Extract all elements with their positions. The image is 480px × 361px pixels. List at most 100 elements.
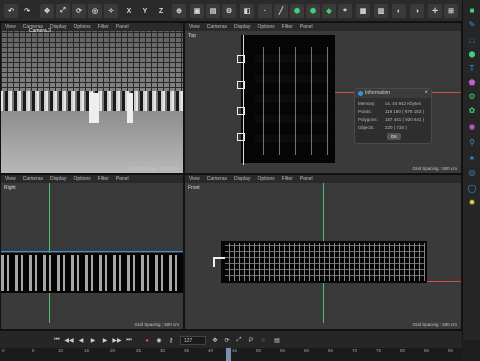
menu-options[interactable]: Options [257,24,274,30]
menu-view[interactable]: View [5,176,16,182]
rotation-key-icon[interactable]: ⟳ [222,336,232,345]
pen-icon[interactable]: ✎ [466,18,478,30]
light-icon[interactable]: ✹ [466,196,478,208]
menu-display[interactable]: Display [234,176,250,182]
menu-filter[interactable]: Filter [282,176,293,182]
rotate-tool-icon[interactable]: ⟳ [72,4,86,18]
points-label: Points: [358,109,372,114]
position-key-icon[interactable]: ✥ [210,336,220,345]
menu-view[interactable]: View [5,24,16,30]
scale-key-icon[interactable]: ⤢ [234,336,244,345]
menu-display[interactable]: Display [234,24,250,30]
polygons-mode-icon[interactable]: ⬢ [290,4,304,18]
frame-tick: 20 [110,348,116,353]
frame-tick: 70 [352,348,358,353]
menu-options[interactable]: Options [73,176,90,182]
go-to-end-icon[interactable]: ⏭ [124,336,134,345]
menu-cameras[interactable]: Cameras [207,176,227,182]
keyframe-selection-icon[interactable]: ⚷ [166,336,176,345]
cloner-icon[interactable]: ✿ [466,104,478,116]
menu-view[interactable]: View [189,24,200,30]
viewport-solo-icon[interactable]: ◑ [410,4,424,18]
menu-panel[interactable]: Panel [300,24,313,30]
timeline-ruler[interactable]: 0 5 10 15 20 25 30 35 40 45 50 55 60 65 … [0,348,462,361]
sky-icon[interactable]: ◯ [466,182,478,194]
axis-y-button[interactable]: Y [138,4,152,18]
menu-panel[interactable]: Panel [300,176,313,182]
workplane-icon[interactable]: ▦ [356,4,370,18]
viewport-front[interactable]: View Cameras Display Options Filter Pane… [184,174,462,330]
environment-icon[interactable]: ◎ [466,166,478,178]
axis-z-button[interactable]: Z [154,4,168,18]
polygons-label: Polygons: [358,117,378,122]
parameter-key-icon[interactable]: P [246,336,256,345]
timeline-layout-icon[interactable]: ▤ [272,336,282,345]
axis-x-button[interactable]: X [122,4,136,18]
layout-icon[interactable]: ⊞ [444,4,458,18]
scene-icon[interactable]: ✶ [466,152,478,164]
generator-icon[interactable]: ⬢ [466,48,478,60]
dock-marker [213,257,225,267]
uvw-mode-icon[interactable]: ⬢ [306,4,320,18]
play-icon[interactable]: ▶ [88,336,98,345]
points-mode-icon[interactable]: · [258,4,272,18]
menu-panel[interactable]: Panel [116,24,129,30]
menu-display[interactable]: Display [50,24,66,30]
info-icon [358,91,363,96]
lock-workplane-icon[interactable]: ▥ [374,4,388,18]
camera-icon[interactable]: ⚲ [466,136,478,148]
render-view-icon[interactable]: ▣ [190,4,204,18]
snap-icon[interactable]: ⌖ [338,4,352,18]
menu-filter[interactable]: Filter [282,24,293,30]
menu-options[interactable]: Options [257,176,274,182]
undo-icon[interactable]: ↶ [4,4,18,18]
point-level-icon[interactable]: ⁘ [258,336,268,345]
frame-tick: 90 [448,348,454,353]
menu-cameras[interactable]: Cameras [207,24,227,30]
menu-options[interactable]: Options [73,24,90,30]
enable-axis-icon[interactable]: ✛ [428,4,442,18]
solo-mode-icon[interactable]: ◐ [392,4,406,18]
menu-filter[interactable]: Filter [98,24,109,30]
right-palette: ■ ✎ □ ⬢ T ⬟ ⚙ ✿ ◉ ⚲ ✶ ◎ ◯ ✹ [462,0,480,340]
go-to-start-icon[interactable]: ⏮ [52,336,62,345]
cube-icon[interactable]: ■ [466,4,478,16]
coordinate-system-icon[interactable]: ⊕ [172,4,186,18]
move-tool-icon[interactable]: ✥ [40,4,54,18]
spline-rectangle-icon[interactable]: □ [466,34,478,46]
next-frame-icon[interactable]: ▶ [100,336,110,345]
menu-cameras[interactable]: Cameras [23,176,43,182]
previous-key-icon[interactable]: ◀◀ [64,336,74,345]
menu-panel[interactable]: Panel [116,176,129,182]
redo-icon[interactable]: ↷ [20,4,34,18]
previous-frame-icon[interactable]: ◀ [76,336,86,345]
current-frame-field[interactable]: 127 [180,336,206,345]
ok-button[interactable]: OK [387,133,401,140]
model-mode-icon[interactable]: ◆ [322,4,336,18]
make-editable-icon[interactable]: ◧ [240,4,254,18]
close-icon[interactable]: × [424,89,428,98]
viewport-name: Right [4,185,16,191]
live-select-icon[interactable]: ◎ [88,4,102,18]
viewport-perspective[interactable]: View Cameras Display Options Filter Pane… [0,22,184,174]
rack-elevation [1,255,183,291]
next-key-icon[interactable]: ▶▶ [112,336,122,345]
playhead[interactable] [226,348,231,361]
memory-label: Memory: [358,101,376,106]
edges-mode-icon[interactable]: ╱ [274,4,288,18]
field-icon[interactable]: ◉ [466,120,478,132]
autokey-icon[interactable]: ◉ [154,336,164,345]
record-icon[interactable]: ● [142,336,152,345]
render-picture-viewer-icon[interactable]: ▤ [206,4,220,18]
mograph-icon[interactable]: ⚙ [466,90,478,102]
scale-tool-icon[interactable]: ⤢ [56,4,70,18]
memory-value: ca. 44 942 Kbytes [385,101,422,106]
text-icon[interactable]: T [466,62,478,74]
viewport-right[interactable]: View Cameras Display Options Filter Pane… [0,174,184,330]
last-tool-icon[interactable]: ✧ [104,4,118,18]
deformer-icon[interactable]: ⬟ [466,76,478,88]
menu-display[interactable]: Display [50,176,66,182]
menu-view[interactable]: View [189,176,200,182]
render-settings-icon[interactable]: ⚙ [222,4,236,18]
menu-filter[interactable]: Filter [98,176,109,182]
